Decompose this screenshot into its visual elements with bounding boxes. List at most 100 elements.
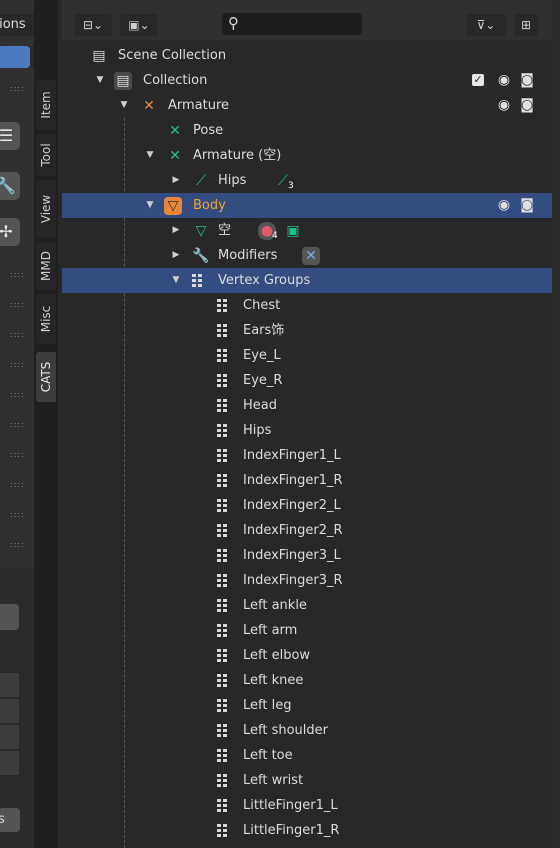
tab-mmd[interactable]: MMD [36,242,56,290]
vertex-group-row[interactable]: IndexFinger1_R [62,468,552,493]
collapse-arrow-icon[interactable]: ▼ [144,143,156,168]
collapse-arrow-icon[interactable]: ▼ [94,68,106,93]
tree-row-pose[interactable]: ✕ Pose [62,118,552,143]
collapse-arrow-icon[interactable]: ▼ [144,193,156,218]
tab-misc[interactable]: Misc [36,294,56,344]
tree-row-modifiers[interactable]: ▶ 🔧 Modifiers ✕ [62,243,552,268]
tab-cats-label: CATS [39,361,53,393]
vertex-group-row[interactable]: Left arm [62,618,552,643]
vertex-group-label: LittleFinger1_L [243,798,338,813]
expand-arrow-icon[interactable]: ▶ [170,168,182,193]
vertex-groups-icon [192,274,206,288]
panel-field[interactable] [0,604,19,630]
camera-icon[interactable]: ◙ [519,97,535,113]
new-collection-button[interactable]: ⊞ [514,14,538,36]
wrench-icon[interactable]: 🔧 [0,172,20,200]
vertex-group-row[interactable]: Head [62,393,552,418]
eye-icon[interactable]: ◉ [496,97,512,113]
menu-icon[interactable]: ☰ [0,122,20,150]
panel-row[interactable] [0,698,19,723]
grip-dots-icon[interactable]: :::: [10,85,28,93]
expand-arrow-icon[interactable]: ▶ [170,243,182,268]
tree-row-armature[interactable]: ▼ ✕ Armature ◉ ◙ [62,93,552,118]
panel-row[interactable] [0,672,19,697]
collapse-arrow-icon[interactable]: ▼ [170,268,182,293]
panel-row[interactable] [0,724,19,749]
vertex-group-row[interactable]: Left elbow [62,643,552,668]
vertex-group-row[interactable]: Chest [62,293,552,318]
vertex-group-row[interactable]: Ears饰 [62,318,552,343]
grip-dots-icon[interactable]: :::: [10,421,28,429]
grip-dots-icon[interactable]: :::: [10,541,28,549]
eye-icon[interactable]: ◉ [496,72,512,88]
tree-row-scene-collection[interactable]: ▤ Scene Collection [62,43,552,68]
grip-dots-icon[interactable]: :::: [10,391,28,399]
panel-button-label: s [0,812,5,827]
armature-modifier-icon[interactable]: ✕ [302,247,320,265]
panel-button[interactable]: s [0,808,20,832]
camera-icon[interactable]: ◙ [519,197,535,213]
tab-cats[interactable]: CATS [36,352,56,402]
vertex-group-row[interactable]: Left ankle [62,593,552,618]
eye-icon[interactable]: ◉ [496,197,512,213]
tree-row-mesh-data[interactable]: ▶ ▽ 空 ● 4 ▣ [62,218,552,243]
grip-dots-icon[interactable]: :::: [10,451,28,459]
tab-mmd-label: MMD [39,251,53,281]
wrench-icon: 🔧 [192,248,210,264]
grip-dots-icon[interactable]: :::: [10,511,28,519]
vertex-group-row[interactable]: Left leg [62,693,552,718]
tab-tool[interactable]: Tool [36,134,56,176]
panel-row[interactable] [0,750,19,775]
vertex-group-icon [217,799,231,813]
mesh-object-icon: ▽ [164,197,182,215]
vertex-group-icon [217,599,231,613]
vertex-data-icon[interactable]: ▣ [284,222,302,240]
vertex-group-row[interactable]: IndexFinger3_L [62,543,552,568]
child-count-badge: 3 [288,181,294,191]
collapse-arrow-icon[interactable]: ▼ [118,93,130,118]
vertex-group-label: Chest [243,298,281,313]
grip-dots-icon[interactable]: :::: [10,361,28,369]
grip-dots-icon[interactable]: :::: [10,481,28,489]
vertex-group-row[interactable]: IndexFinger2_R [62,518,552,543]
tree-row-collection[interactable]: ▼ ▤ Collection ✓ ◉ ◙ [62,68,552,93]
vertex-group-row[interactable]: Left knee [62,668,552,693]
vertex-group-row[interactable]: Left shoulder [62,718,552,743]
search-input[interactable]: ⚲ [222,13,362,35]
exclude-checkbox[interactable]: ✓ [472,74,484,86]
camera-icon[interactable]: ◙ [519,72,535,88]
pose-icon[interactable]: ✢ [0,218,20,246]
grip-dots-icon[interactable]: :::: [10,271,28,279]
vertex-group-row[interactable]: IndexFinger3_R [62,568,552,593]
row-label: Hips [218,173,247,188]
vertex-group-row[interactable]: IndexFinger1_L [62,443,552,468]
vertex-group-icon [217,474,231,488]
bone-icon: ⟋ [196,173,206,189]
vertex-group-row[interactable]: IndexFinger2_L [62,493,552,518]
vertex-group-row[interactable]: Left wrist [62,768,552,793]
tree-row-armature-data[interactable]: ▼ ✕ Armature (空) [62,143,552,168]
tab-item[interactable]: Item [36,80,56,130]
vertex-group-icon [217,549,231,563]
collection-icon: ▤ [114,72,132,90]
vertex-group-row[interactable]: Eye_L [62,343,552,368]
vertex-group-row[interactable]: Hips [62,418,552,443]
grip-dots-icon[interactable]: :::: [10,301,28,309]
grip-dots-icon[interactable]: :::: [10,331,28,339]
view-object-types-button[interactable] [0,46,30,68]
vertex-group-row[interactable]: Left toe [62,743,552,768]
tree-row-vertex-groups[interactable]: ▼ Vertex Groups [62,268,552,293]
vertex-group-row[interactable]: Eye_R [62,368,552,393]
tree-row-hips[interactable]: ▶ ⟋ Hips ⟋ 3 [62,168,552,193]
filter-image-dropdown[interactable]: ▣⌄ [120,14,158,36]
vertex-group-row[interactable]: LittleFinger1_R [62,818,552,843]
expand-arrow-icon[interactable]: ▶ [170,218,182,243]
vertex-group-row[interactable]: LittleFinger1_L [62,793,552,818]
vertex-group-label: Eye_R [243,373,283,388]
tab-view[interactable]: View [36,180,56,238]
filter-dropdown[interactable]: ⊽⌄ [466,14,506,36]
tree-row-body[interactable]: ▼ ▽ Body ◉ ◙ [62,193,552,218]
scrollbar[interactable] [552,0,560,848]
vertex-group-label: Left elbow [243,648,311,663]
display-mode-dropdown[interactable]: ⊟⌄ [74,14,112,36]
